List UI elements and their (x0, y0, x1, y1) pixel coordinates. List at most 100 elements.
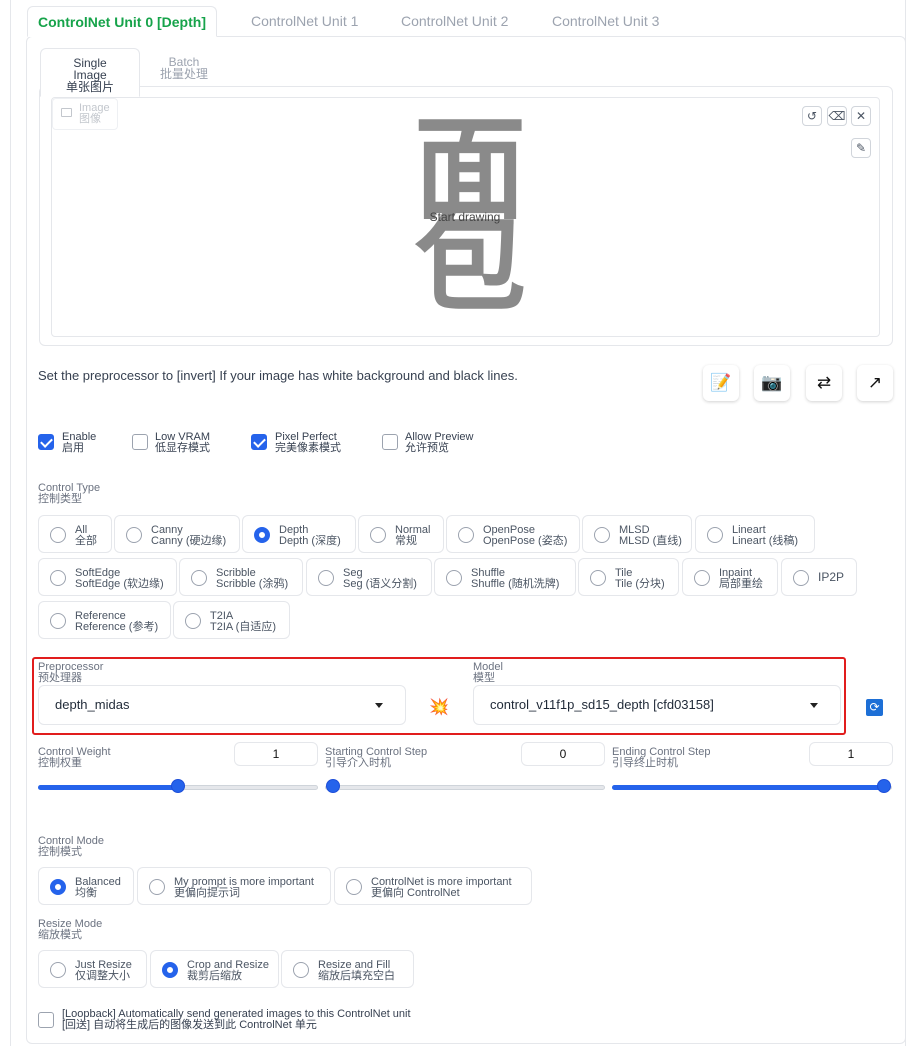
radio-dot (590, 570, 606, 586)
radio-text: All 全部 (75, 524, 97, 547)
image-label: Image 图像 (52, 98, 118, 130)
control-type-openpose[interactable]: OpenPose OpenPose (姿态) (446, 515, 580, 553)
loopback-checkbox[interactable] (38, 1012, 54, 1028)
low-vram-checkbox[interactable] (132, 434, 148, 450)
control-type-lineart[interactable]: Lineart Lineart (线稿) (695, 515, 815, 553)
radio-dot (293, 962, 309, 978)
chevron-down-icon (810, 703, 818, 708)
starting-step-track[interactable] (325, 785, 605, 790)
ending-step-fill (612, 785, 884, 790)
tab-unit-1[interactable]: ControlNet Unit 1 (241, 6, 368, 37)
pixel-perfect-checkbox[interactable] (251, 434, 267, 450)
refresh-icon: ⟳ (869, 700, 880, 714)
eraser-button[interactable]: ⌫ (827, 106, 847, 126)
undo-icon: ↺ (806, 109, 818, 123)
radio-dot (50, 613, 66, 629)
control-type-label: Control Type 控制类型 (38, 482, 101, 505)
run-preprocessor-button[interactable]: 💥 (429, 697, 449, 717)
enable-label: Enable 启用 (62, 431, 97, 454)
control-weight-input[interactable]: 1 (234, 742, 318, 766)
resize-mode-resize-fill[interactable]: Resize and Fill 缩放后填充空白 (281, 950, 414, 988)
radio-text: Scribble Scribble (涂鸦) (216, 567, 289, 590)
radio-text: ControlNet is more important 更偏向 ControlN… (371, 876, 512, 899)
radio-dot (191, 570, 207, 586)
resize-mode-crop-resize[interactable]: Crop and Resize 裁剪后缩放 (150, 950, 279, 988)
control-type-seg[interactable]: Seg Seg (语义分割) (306, 558, 432, 596)
control-type-normal[interactable]: Normal 常规 (358, 515, 444, 553)
camera-icon: 📷 (761, 373, 783, 392)
radio-dot (50, 527, 66, 543)
radio-dot (793, 570, 809, 586)
preprocessor-label: Preprocessor 预处理器 (38, 661, 104, 684)
radio-dot (162, 962, 178, 978)
ending-step-input[interactable]: 1 (809, 742, 893, 766)
radio-text: IP2P (818, 570, 845, 584)
radio-dot (126, 527, 142, 543)
low-vram-label: Low VRAM 低显存模式 (155, 431, 211, 454)
radio-text: OpenPose OpenPose (姿态) (483, 524, 568, 547)
send-arrow-icon: ↗ (867, 373, 883, 392)
control-type-scribble[interactable]: Scribble Scribble (涂鸦) (179, 558, 303, 596)
radio-dot (594, 527, 610, 543)
start-drawing-text: Start drawing (429, 210, 501, 224)
control-type-shuffle[interactable]: Shuffle Shuffle (随机洗牌) (434, 558, 576, 596)
radio-text: Tile Tile (分块) (615, 567, 665, 590)
refresh-models-button[interactable]: ⟳ (866, 699, 883, 716)
resize-mode-label: Resize Mode 缩放模式 (38, 918, 103, 941)
tab-unit-3[interactable]: ControlNet Unit 3 (542, 6, 669, 37)
control-mode-balanced[interactable]: Balanced 均衡 (38, 867, 134, 905)
webcam-button[interactable]: 📷 (754, 365, 790, 401)
radio-text: SoftEdge SoftEdge (软边缘) (75, 567, 164, 590)
control-mode-controlnet[interactable]: ControlNet is more important 更偏向 ControlN… (334, 867, 532, 905)
control-type-softedge[interactable]: SoftEdge SoftEdge (软边缘) (38, 558, 177, 596)
radio-dot (458, 527, 474, 543)
control-type-tile[interactable]: Tile Tile (分块) (578, 558, 679, 596)
model-label: Model 模型 (473, 661, 503, 684)
control-type-inpaint[interactable]: Inpaint 局部重绘 (682, 558, 778, 596)
undo-button[interactable]: ↺ (802, 106, 822, 126)
starting-step-input[interactable]: 0 (521, 742, 605, 766)
control-mode-prompt[interactable]: My prompt is more important 更偏向提示词 (137, 867, 331, 905)
radio-dot (185, 613, 201, 629)
resize-mode-just-resize[interactable]: Just Resize 仅调整大小 (38, 950, 147, 988)
radio-dot (707, 527, 723, 543)
control-type-depth[interactable]: Depth Depth (深度) (242, 515, 356, 553)
radio-dot (254, 527, 270, 543)
radio-dot (318, 570, 334, 586)
control-type-canny[interactable]: Canny Canny (硬边缘) (114, 515, 240, 553)
radio-text: MLSD MLSD (直线) (619, 524, 682, 547)
control-type-t2ia[interactable]: T2IA T2IA (自适应) (173, 601, 290, 639)
radio-text: My prompt is more important 更偏向提示词 (174, 876, 314, 899)
clear-button[interactable]: ✕ (851, 106, 871, 126)
control-mode-label: Control Mode 控制模式 (38, 835, 105, 858)
tab-unit-0[interactable]: ControlNet Unit 0 [Depth] (27, 6, 217, 37)
radio-dot (370, 527, 386, 543)
radio-dot (50, 570, 66, 586)
radio-dot (446, 570, 462, 586)
control-weight-fill (38, 785, 178, 790)
preprocessor-select[interactable]: depth_midas (38, 685, 406, 725)
send-dimensions-button[interactable]: ↗ (857, 365, 893, 401)
radio-text: Reference Reference (参考) (75, 610, 159, 633)
control-type-all[interactable]: All 全部 (38, 515, 112, 553)
starting-step-thumb[interactable] (326, 779, 340, 793)
mirror-button[interactable]: ⇄ (806, 365, 842, 401)
ending-step-thumb[interactable] (877, 779, 891, 793)
invert-hint: Set the preprocessor to [invert] If your… (38, 368, 518, 383)
tab-unit-2[interactable]: ControlNet Unit 2 (391, 6, 518, 37)
close-icon: ✕ (855, 109, 867, 123)
control-type-reference[interactable]: Reference Reference (参考) (38, 601, 171, 639)
radio-dot (694, 570, 710, 586)
control-weight-thumb[interactable] (171, 779, 185, 793)
new-canvas-button[interactable]: 📝 (703, 365, 739, 401)
radio-text: Inpaint 局部重绘 (719, 567, 763, 590)
enable-checkbox[interactable] (38, 434, 54, 450)
allow-preview-checkbox[interactable] (382, 434, 398, 450)
control-type-mlsd[interactable]: MLSD MLSD (直线) (582, 515, 692, 553)
tab-single-image[interactable]: Single Image 单张图片 (40, 48, 140, 97)
model-select[interactable]: control_v11f1p_sd15_depth [cfd03158] (473, 685, 841, 725)
control-type-ip2p[interactable]: IP2P (781, 558, 857, 596)
brush-button[interactable]: ✎ (851, 138, 871, 158)
radio-text: Depth Depth (深度) (279, 524, 341, 547)
ending-step-label: Ending Control Step 引导终止时机 (612, 746, 711, 769)
